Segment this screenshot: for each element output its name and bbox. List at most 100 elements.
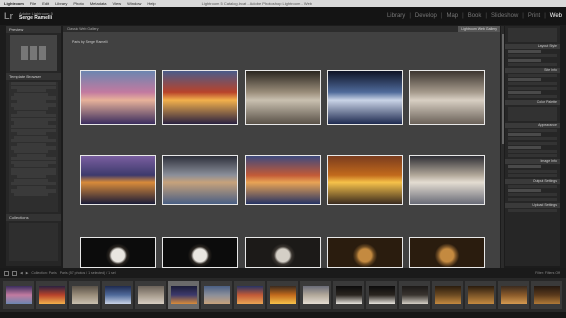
color-swatches[interactable] xyxy=(508,106,557,121)
menu-view[interactable]: View xyxy=(113,1,122,6)
filmstrip-thumbnail[interactable] xyxy=(3,281,34,309)
filmstrip-thumbnail[interactable] xyxy=(69,281,100,309)
filmstrip-thumbnail[interactable] xyxy=(465,281,496,309)
identity-name: Serge Ramelli xyxy=(19,15,53,21)
thumbnail-image xyxy=(500,286,527,304)
gallery-scrollbar[interactable] xyxy=(501,26,504,268)
thumbnail-image xyxy=(533,286,560,304)
gallery-photo[interactable] xyxy=(80,155,156,205)
module-separator: | xyxy=(485,13,487,19)
gallery-photo[interactable] xyxy=(327,70,403,125)
section-upload-settings[interactable]: Upload Settings xyxy=(505,202,560,208)
gallery-photo[interactable] xyxy=(409,237,485,268)
module-slideshow[interactable]: Slideshow xyxy=(491,13,518,19)
thumbnail-image xyxy=(38,286,65,304)
gallery-photo[interactable] xyxy=(80,70,156,125)
collections-header[interactable]: Collections xyxy=(6,214,61,221)
menu-file[interactable]: File xyxy=(30,1,36,6)
filmstrip xyxy=(0,278,566,312)
gallery-photo[interactable] xyxy=(162,237,238,268)
module-map[interactable]: Map xyxy=(446,13,458,19)
identity-plate: Adobe Lightroom 5 Serge Ramelli xyxy=(19,11,53,21)
thumbnail-image xyxy=(401,286,428,304)
thumbnail-image xyxy=(137,286,164,304)
module-separator: | xyxy=(409,13,411,19)
preview-thumbnail xyxy=(10,35,57,71)
next-arrow-icon[interactable]: ▶ xyxy=(26,271,29,275)
gallery-photo[interactable] xyxy=(409,70,485,125)
filmstrip-thumbnail[interactable] xyxy=(399,281,430,309)
thumbnail-image xyxy=(104,286,131,304)
bottom-bar xyxy=(0,312,566,318)
thumbnail-image xyxy=(269,286,296,304)
gallery-photo[interactable] xyxy=(162,70,238,125)
preview-header[interactable]: Preview xyxy=(6,26,61,33)
filmstrip-thumbnail[interactable] xyxy=(36,281,67,309)
thumbnail-image xyxy=(170,286,197,304)
filmstrip-thumbnail[interactable] xyxy=(531,281,562,309)
thumbnail-image xyxy=(5,286,32,304)
module-print[interactable]: Print xyxy=(528,13,540,19)
engine-list[interactable] xyxy=(508,28,557,42)
gallery-canvas: Paris by Serge Ramelli xyxy=(63,32,500,268)
module-separator: | xyxy=(440,13,443,19)
section-layout-style[interactable]: Layout Style xyxy=(505,44,560,49)
gallery-photo[interactable] xyxy=(327,237,403,268)
module-book[interactable]: Book xyxy=(468,13,482,19)
mac-menubar: Lightroom File Edit Library Photo Metada… xyxy=(0,0,566,7)
filmstrip-thumbnail[interactable] xyxy=(432,281,463,309)
gallery-photo[interactable] xyxy=(409,155,485,205)
left-panel: Preview Template Browser Collections xyxy=(6,26,61,266)
filmstrip-thumbnail[interactable] xyxy=(135,281,166,309)
section-image-info[interactable]: Image Info xyxy=(505,159,560,165)
module-web[interactable]: Web xyxy=(550,13,562,19)
filmstrip-thumbnail[interactable] xyxy=(267,281,298,309)
filmstrip-thumbnail[interactable] xyxy=(201,281,232,309)
right-panel: Layout Style Site Info Color Palette App… xyxy=(505,26,560,266)
source-label[interactable]: Collection: Paris xyxy=(31,271,56,275)
menu-app[interactable]: Lightroom xyxy=(4,1,24,6)
gallery-photo[interactable] xyxy=(245,155,321,205)
grid-view-icon[interactable] xyxy=(4,270,9,276)
filmstrip-thumbnail[interactable] xyxy=(300,281,331,309)
filmstrip-thumbnail[interactable] xyxy=(366,281,397,309)
filmstrip-thumbnail[interactable] xyxy=(498,281,529,309)
prev-arrow-icon[interactable]: ◀ xyxy=(20,271,23,275)
filmstrip-thumbnail[interactable] xyxy=(234,281,265,309)
second-window-icon[interactable] xyxy=(12,270,17,276)
identity-bar: Lr Adobe Lightroom 5 Serge Ramelli Libra… xyxy=(0,7,566,25)
template-browser-header[interactable]: Template Browser xyxy=(6,73,61,80)
thumbnail-image xyxy=(236,286,263,304)
thumbnail-image xyxy=(71,286,98,304)
template-list[interactable] xyxy=(9,82,58,212)
gallery-photo[interactable] xyxy=(245,70,321,125)
gallery-photo[interactable] xyxy=(80,237,156,268)
menu-window[interactable]: Window xyxy=(127,1,141,6)
menu-library[interactable]: Library xyxy=(55,1,67,6)
collections-list[interactable] xyxy=(9,223,58,261)
filter-select[interactable]: Filters Off xyxy=(545,271,560,275)
filmstrip-thumbnail[interactable] xyxy=(168,281,199,309)
filmstrip-thumbnail[interactable] xyxy=(333,281,364,309)
thumbnail-image xyxy=(335,286,362,304)
section-appearance[interactable]: Appearance xyxy=(505,122,560,128)
section-output-settings[interactable]: Output Settings xyxy=(505,178,560,184)
module-library[interactable]: Library xyxy=(387,13,405,19)
module-develop[interactable]: Develop xyxy=(415,13,437,19)
menu-metadata[interactable]: Metadata xyxy=(90,1,107,6)
gallery-photo[interactable] xyxy=(245,237,321,268)
menu-photo[interactable]: Photo xyxy=(73,1,83,6)
menu-help[interactable]: Help xyxy=(147,1,155,6)
thumbnail-image xyxy=(203,286,230,304)
site-title: Paris by Serge Ramelli xyxy=(72,40,108,44)
section-color-palette[interactable]: Color Palette xyxy=(505,99,560,105)
scroll-thumb[interactable] xyxy=(501,34,504,144)
filmstrip-thumbnail[interactable] xyxy=(102,281,133,309)
gallery-photo[interactable] xyxy=(162,155,238,205)
filmstrip-toolbar: ◀ ▶ Collection: Paris Paris (57 photos /… xyxy=(0,268,566,278)
thumbnail-image xyxy=(434,286,461,304)
web-preview-area: Classic Web Gallery Lightroom Web Galler… xyxy=(63,26,500,268)
menu-edit[interactable]: Edit xyxy=(42,1,49,6)
gallery-photo[interactable] xyxy=(327,155,403,205)
section-site-info[interactable]: Site Info xyxy=(505,67,560,73)
